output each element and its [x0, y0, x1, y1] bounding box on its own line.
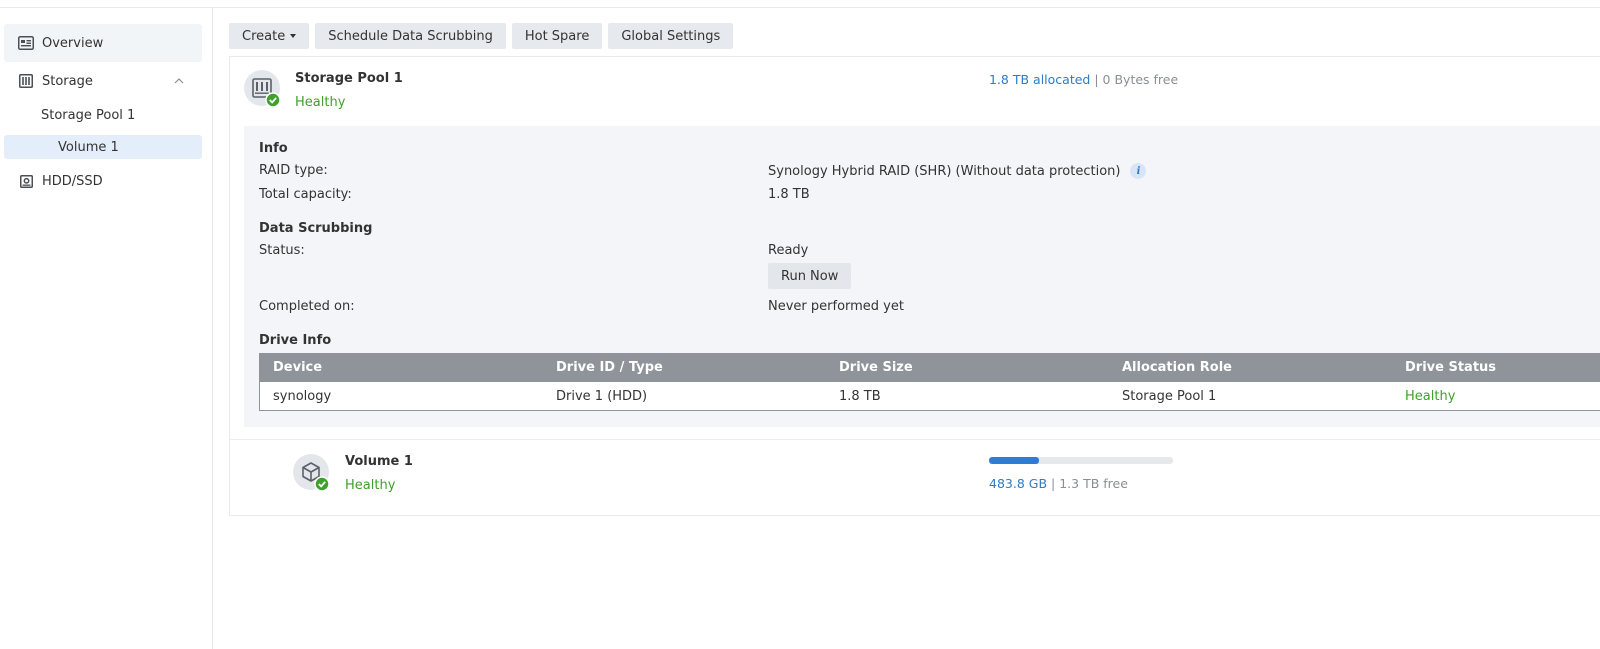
storage-pool-title[interactable]: Storage Pool 1 [295, 71, 403, 86]
volume-cube-icon [293, 454, 331, 492]
sidebar-item-hdd-ssd[interactable]: HDD/SSD [4, 166, 202, 196]
global-settings-button[interactable]: Global Settings [608, 23, 734, 49]
free-text: 0 Bytes free [1102, 72, 1179, 87]
storage-pool-details: Info RAID type: Synology Hybrid RAID (SH… [244, 126, 1600, 427]
volume-divider [230, 439, 1600, 440]
info-section-title: Info [259, 141, 288, 156]
raid-type-text: Synology Hybrid RAID (SHR) (Without data… [768, 163, 1121, 179]
drive-info-table: Device Drive ID / Type Drive Size Alloca… [259, 353, 1600, 411]
check-badge-icon [314, 476, 330, 492]
sidebar-item-label: Storage Pool 1 [41, 107, 136, 123]
sidebar-item-label: Storage [42, 73, 93, 89]
column-header-allocation-role[interactable]: Allocation Role [1122, 353, 1232, 382]
storage-pool-status: Healthy [295, 95, 346, 110]
cell-device: synology [273, 389, 332, 404]
run-now-button[interactable]: Run Now [768, 263, 852, 289]
total-capacity-value: 1.8 TB [768, 187, 810, 202]
storage-pool-card: Storage Pool 1 Healthy 1.8 TB allocated … [229, 56, 1600, 516]
toolbar: Create Schedule Data Scrubbing Hot Spare… [229, 23, 734, 49]
column-header-drive-id-type[interactable]: Drive ID / Type [556, 353, 663, 382]
total-capacity-label: Total capacity: [259, 187, 352, 202]
table-header: Device Drive ID / Type Drive Size Alloca… [260, 353, 1600, 382]
scrubbing-status-value: Ready [768, 243, 809, 258]
sidebar-item-overview[interactable]: Overview [4, 24, 202, 62]
volume-usage-text: 483.8 GB | 1.3 TB free [989, 476, 1128, 491]
volume-title[interactable]: Volume 1 [345, 454, 413, 469]
completed-on-label: Completed on: [259, 299, 355, 314]
data-scrubbing-section-title: Data Scrubbing [259, 221, 373, 236]
sidebar-item-label: HDD/SSD [42, 173, 103, 189]
chevron-up-icon[interactable] [172, 74, 186, 88]
sidebar: Overview Storage Storage Pool 1 Volume 1… [0, 8, 213, 649]
column-header-device[interactable]: Device [273, 353, 322, 382]
separator: | [1094, 72, 1099, 87]
volume-usage-fill [989, 457, 1039, 464]
cell-allocation-role: Storage Pool 1 [1122, 389, 1217, 404]
sidebar-item-storage-pool[interactable]: Storage Pool 1 [41, 103, 135, 127]
used-text: 483.8 GB [989, 476, 1048, 491]
completed-on-value: Never performed yet [768, 299, 904, 314]
raid-type-label: RAID type: [259, 163, 328, 178]
sidebar-item-label: Volume 1 [58, 139, 119, 155]
hdd-icon [18, 173, 34, 189]
create-button[interactable]: Create [229, 23, 310, 49]
column-header-drive-size[interactable]: Drive Size [839, 353, 913, 382]
cell-drive-status: Healthy [1405, 389, 1456, 404]
caret-down-icon [290, 34, 297, 38]
allocated-text: 1.8 TB allocated [989, 72, 1091, 87]
cell-drive-size: 1.8 TB [839, 389, 881, 404]
top-divider [0, 7, 1600, 8]
raid-type-value: Synology Hybrid RAID (SHR) (Without data… [768, 163, 1147, 179]
separator: | [1051, 476, 1056, 491]
hot-spare-button[interactable]: Hot Spare [511, 23, 603, 49]
sidebar-item-volume[interactable]: Volume 1 [4, 135, 202, 159]
storage-icon [18, 73, 34, 89]
table-row[interactable]: synology Drive 1 (HDD) 1.8 TB Storage Po… [260, 382, 1600, 411]
check-badge-icon [265, 92, 281, 108]
scrubbing-status-label: Status: [259, 243, 305, 258]
storage-pool-icon [244, 70, 282, 108]
create-button-label: Create [242, 28, 286, 44]
overview-icon [18, 35, 34, 51]
cell-drive-id-type: Drive 1 (HDD) [556, 389, 648, 404]
drive-info-section-title: Drive Info [259, 333, 332, 348]
column-header-drive-status[interactable]: Drive Status [1405, 353, 1496, 382]
sidebar-item-storage[interactable]: Storage [4, 66, 202, 96]
storage-pool-allocation: 1.8 TB allocated | 0 Bytes free [989, 72, 1178, 87]
sidebar-item-label: Overview [42, 35, 104, 51]
free-text: 1.3 TB free [1059, 476, 1128, 491]
volume-usage-bar [989, 457, 1173, 464]
info-icon[interactable]: i [1130, 163, 1147, 179]
schedule-data-scrubbing-button[interactable]: Schedule Data Scrubbing [315, 23, 506, 49]
volume-status: Healthy [345, 478, 396, 493]
